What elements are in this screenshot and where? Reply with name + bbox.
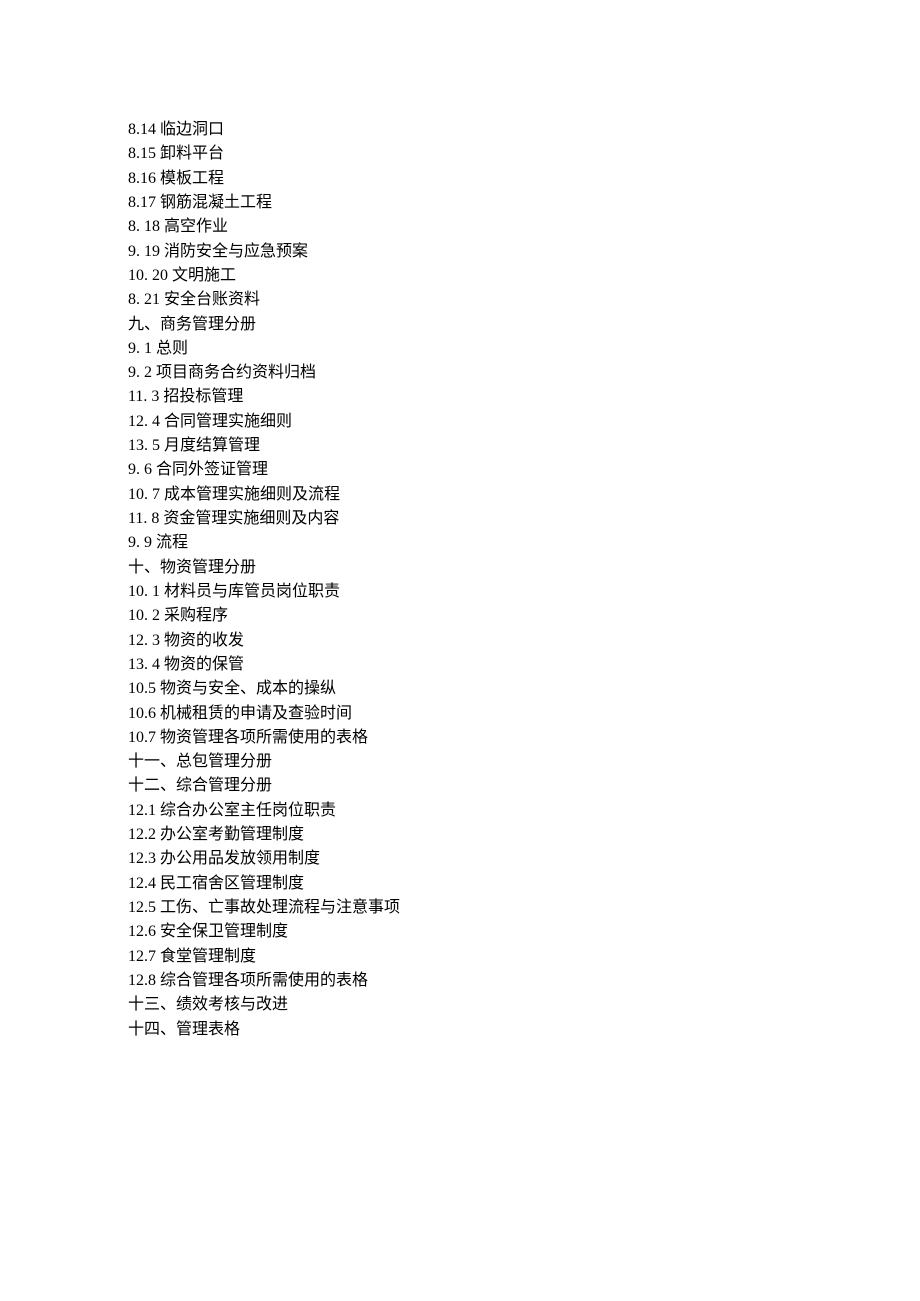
toc-line: 九、商务管理分册 [128,313,920,337]
toc-line: 9. 19 消防安全与应急预案 [128,240,920,264]
toc-line: 12. 3 物资的收发 [128,629,920,653]
toc-line: 10.5 物资与安全、成本的操纵 [128,677,920,701]
toc-line: 10. 2 采购程序 [128,604,920,628]
toc-line: 8.17 钢筋混凝土工程 [128,191,920,215]
toc-line: 12.1 综合办公室主任岗位职责 [128,799,920,823]
toc-line: 10. 20 文明施工 [128,264,920,288]
toc-line: 13. 5 月度结算管理 [128,434,920,458]
toc-line: 12.3 办公用品发放领用制度 [128,847,920,871]
toc-line: 8. 21 安全台账资料 [128,288,920,312]
toc-line: 12.5 工伤、亡事故处理流程与注意事项 [128,896,920,920]
toc-line: 十、物资管理分册 [128,556,920,580]
toc-line: 9. 1 总则 [128,337,920,361]
toc-line: 10.7 物资管理各项所需使用的表格 [128,726,920,750]
toc-line: 10. 7 成本管理实施细则及流程 [128,483,920,507]
toc-line: 8.14 临边洞口 [128,118,920,142]
toc-line: 9. 2 项目商务合约资料归档 [128,361,920,385]
toc-line: 9. 6 合同外签证管理 [128,458,920,482]
toc-line: 8. 18 高空作业 [128,215,920,239]
toc-line: 9. 9 流程 [128,531,920,555]
toc-line: 12.4 民工宿舍区管理制度 [128,872,920,896]
toc-line: 十二、综合管理分册 [128,774,920,798]
toc-line: 十一、总包管理分册 [128,750,920,774]
toc-line: 11. 8 资金管理实施细则及内容 [128,507,920,531]
toc-line: 12.8 综合管理各项所需使用的表格 [128,969,920,993]
toc-line: 十三、绩效考核与改进 [128,993,920,1017]
toc-line: 12.2 办公室考勤管理制度 [128,823,920,847]
toc-line: 13. 4 物资的保管 [128,653,920,677]
toc-line: 12.7 食堂管理制度 [128,945,920,969]
toc-line: 12. 4 合同管理实施细则 [128,410,920,434]
toc-line: 10. 1 材料员与库管员岗位职责 [128,580,920,604]
toc-line: 8.16 模板工程 [128,167,920,191]
toc-line: 12.6 安全保卫管理制度 [128,920,920,944]
toc-line: 10.6 机械租赁的申请及查验时间 [128,702,920,726]
toc-line: 11. 3 招投标管理 [128,385,920,409]
toc-line: 十四、管理表格 [128,1018,920,1042]
toc-line: 8.15 卸料平台 [128,142,920,166]
